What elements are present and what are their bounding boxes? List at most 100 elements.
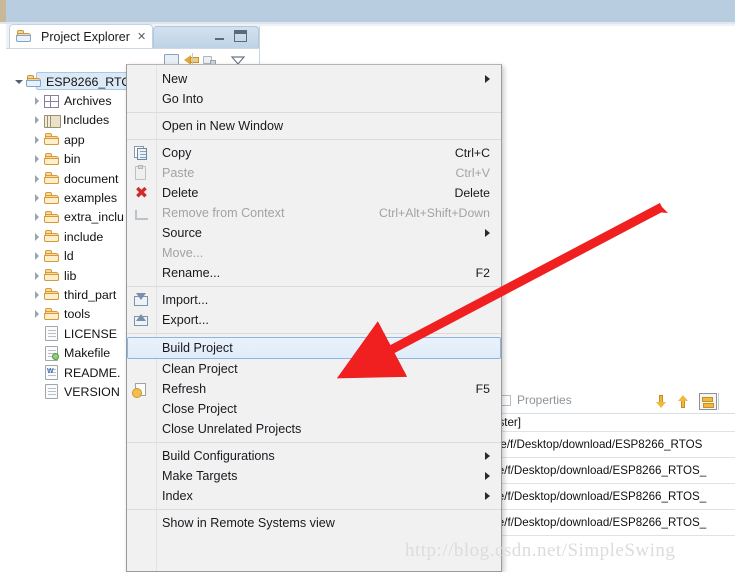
- down-arrow-icon[interactable]: [654, 394, 669, 409]
- properties-row-text: ve/f/Desktop/download/ESP8266_RTOS_: [492, 516, 707, 529]
- menu-separator: [127, 112, 501, 113]
- tree-item-label: README.: [64, 365, 121, 380]
- menu-item-close-project[interactable]: Close Project: [127, 399, 501, 419]
- submenu-arrow-icon: [485, 472, 490, 480]
- menu-item-open-in-new-window[interactable]: Open in New Window: [127, 116, 501, 136]
- tab-project-explorer[interactable]: Project Explorer ✕: [9, 24, 153, 48]
- properties-row[interactable]: aster]: [490, 413, 735, 432]
- menu-item-delete[interactable]: ✖ Delete Delete: [127, 183, 501, 203]
- folder-icon: [44, 210, 60, 224]
- menu-item-accelerator: Delete: [454, 186, 490, 200]
- tree-item-label: app: [64, 132, 85, 147]
- chevron-right-icon[interactable]: [32, 154, 42, 164]
- chevron-right-icon[interactable]: [32, 193, 42, 203]
- menu-item-label: Refresh: [162, 382, 207, 396]
- tab-properties-label: Properties: [517, 393, 572, 407]
- tree-item-label: VERSION: [64, 384, 120, 399]
- menu-item-move: Move...: [127, 243, 501, 263]
- menu-item-new[interactable]: New: [127, 69, 501, 89]
- menu-item-label: Move...: [162, 246, 204, 260]
- chevron-down-icon[interactable]: [14, 77, 24, 87]
- menu-separator: [127, 333, 501, 334]
- properties-toolbar-separator: [718, 393, 719, 410]
- explorer-tabstrip: Project Explorer ✕: [6, 24, 259, 48]
- menu-item-label: Copy: [162, 146, 192, 160]
- menu-item-close-unrelated-projects[interactable]: Close Unrelated Projects: [127, 419, 501, 439]
- tree-item-label: document: [64, 171, 119, 186]
- menu-separator: [127, 139, 501, 140]
- minimize-view-button[interactable]: [214, 33, 225, 41]
- up-arrow-icon[interactable]: [676, 394, 691, 409]
- tree-item-label: third_part: [64, 287, 117, 302]
- chevron-right-icon[interactable]: [32, 212, 42, 222]
- context-menu-items[interactable]: New Go Into Open in New Window Copy Ctrl+C Pa…: [127, 65, 501, 553]
- close-icon[interactable]: ✕: [137, 30, 146, 43]
- context-menu[interactable]: New Go Into Open in New Window Copy Ctrl+C Pa…: [126, 64, 502, 572]
- project-explorer-icon: [16, 30, 32, 43]
- menu-item-copy[interactable]: Copy Ctrl+C: [127, 143, 501, 163]
- properties-row[interactable]: ve/f/Desktop/download/ESP8266_RTOS_: [490, 484, 735, 510]
- import-icon: [133, 293, 150, 308]
- menu-item-refresh[interactable]: Refresh F5: [127, 379, 501, 399]
- menu-item-export[interactable]: Export...: [127, 310, 501, 330]
- chevron-right-icon[interactable]: [32, 309, 42, 319]
- menu-item-remove-from-context: Remove from Context Ctrl+Alt+Shift+Down: [127, 203, 501, 223]
- paste-icon: [133, 165, 150, 181]
- menu-item-label: Clean Project: [162, 362, 238, 376]
- menu-item-label: Export...: [162, 313, 209, 327]
- chevron-right-icon[interactable]: [32, 96, 42, 106]
- menu-separator: [127, 442, 501, 443]
- chevron-right-icon[interactable]: [32, 135, 42, 145]
- properties-row-text: ive/f/Desktop/download/ESP8266_RTOS: [492, 438, 703, 451]
- file-icon: [44, 326, 60, 342]
- maximize-view-button[interactable]: [234, 30, 247, 42]
- menu-item-label: Close Project: [162, 402, 237, 416]
- tab-properties[interactable]: Properties: [500, 393, 572, 407]
- menu-item-import[interactable]: Import...: [127, 290, 501, 310]
- chevron-right-icon[interactable]: [32, 251, 42, 261]
- menu-item-accelerator: Ctrl+C: [454, 146, 490, 160]
- menu-item-show-in-remote-systems-view[interactable]: Show in Remote Systems view: [127, 513, 501, 533]
- folder-icon: [44, 152, 60, 166]
- menu-item-label: Rename...: [162, 266, 221, 280]
- makefile-icon: [44, 345, 60, 361]
- properties-row[interactable]: ive/f/Desktop/download/ESP8266_RTOS: [490, 432, 735, 458]
- folder-icon: [44, 191, 60, 205]
- menu-item-accelerator: F2: [475, 266, 490, 280]
- chevron-right-icon[interactable]: [32, 174, 42, 184]
- menu-item-label: Go Into: [162, 92, 204, 106]
- window-top-band: [0, 0, 735, 22]
- chevron-right-icon[interactable]: [32, 271, 42, 281]
- chevron-right-icon[interactable]: [32, 115, 42, 125]
- menu-item-label: Close Unrelated Projects: [162, 422, 302, 436]
- chevron-right-icon[interactable]: [32, 290, 42, 300]
- tree-item-label: include: [64, 229, 104, 244]
- chevron-right-icon[interactable]: [32, 232, 42, 242]
- menu-item-clean-project[interactable]: Clean Project: [127, 359, 501, 379]
- properties-row-text: ve/f/Desktop/download/ESP8266_RTOS_: [492, 464, 707, 477]
- tree-item-label: Includes: [63, 113, 110, 128]
- remove-from-context-icon: [133, 206, 150, 221]
- export-icon: [133, 313, 150, 328]
- tree-item-label: LICENSE: [64, 326, 118, 341]
- properties-row[interactable]: ve/f/Desktop/download/ESP8266_RTOS_: [490, 510, 735, 536]
- sync-icon[interactable]: [699, 393, 717, 410]
- menu-item-accelerator: F5: [475, 382, 490, 396]
- copy-icon: [133, 146, 150, 161]
- menu-item-make-targets[interactable]: Make Targets: [127, 466, 501, 486]
- menu-item-source[interactable]: Source: [127, 223, 501, 243]
- window-left-edge: [0, 0, 6, 22]
- menu-item-go-into[interactable]: Go Into: [127, 89, 501, 109]
- properties-tabstrip: Properties: [490, 389, 735, 414]
- menu-item-label: Build Configurations: [162, 449, 275, 463]
- menu-item-label: Remove from Context: [162, 206, 285, 220]
- menu-item-index[interactable]: Index: [127, 486, 501, 506]
- submenu-arrow-icon: [485, 229, 490, 237]
- menu-item-build-configurations[interactable]: Build Configurations: [127, 446, 501, 466]
- menu-item-rename[interactable]: Rename... F2: [127, 263, 501, 283]
- folder-icon: [44, 230, 60, 243]
- menu-item-label: Build Project: [162, 341, 233, 355]
- properties-row[interactable]: ve/f/Desktop/download/ESP8266_RTOS_: [490, 458, 735, 484]
- menu-item-build-project[interactable]: Build Project: [127, 337, 501, 359]
- tree-item-label: tools: [64, 307, 91, 322]
